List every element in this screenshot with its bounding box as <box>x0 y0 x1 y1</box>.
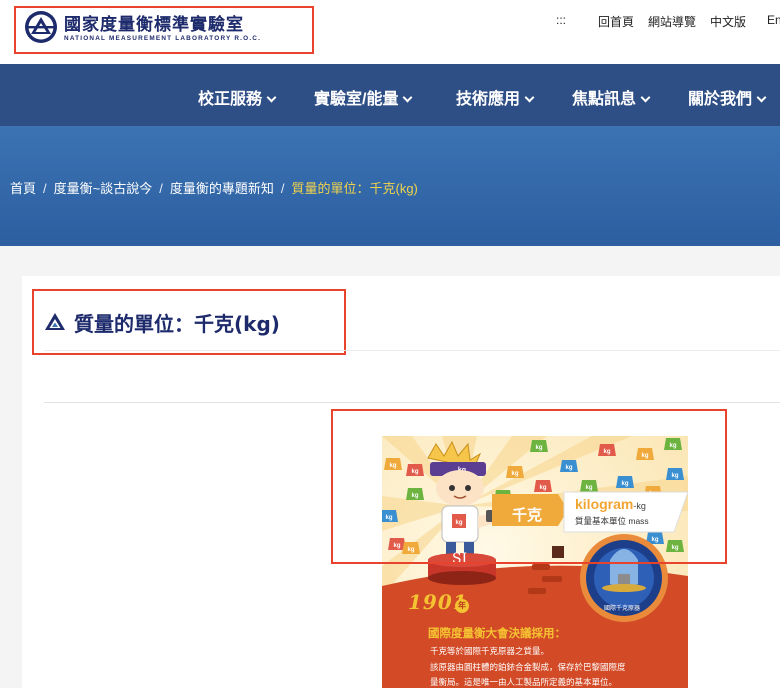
resolution-line: 量衡局。這是唯一由人工製品所定義的基本單位。 <box>430 678 618 688</box>
chevron-down-icon <box>266 92 277 103</box>
breadcrumb: 首頁 / 度量衡~談古說今 / 度量衡的專題新知 / 質量的單位：千克(kg) <box>10 178 418 197</box>
nav-label: 實驗室/能量 <box>314 91 399 108</box>
resolution-title: 國際度量衡大會決議採用： <box>428 626 566 640</box>
logo-highlight-frame <box>14 6 314 54</box>
divider <box>44 350 780 351</box>
infographic-highlight-frame <box>331 409 727 564</box>
nav-calibration-services[interactable]: 校正服務 <box>198 85 277 109</box>
divider <box>44 402 780 403</box>
english-version-link[interactable]: En <box>767 13 780 27</box>
chevron-down-icon <box>403 92 413 103</box>
nav-tech-applications[interactable]: 技術應用 <box>456 85 535 109</box>
chevron-down-icon <box>756 92 767 103</box>
breadcrumb-separator: / <box>43 181 47 196</box>
sitemap-link[interactable]: 網站導覽 <box>648 13 696 30</box>
page-banner: 首頁 / 度量衡~談古說今 / 度量衡的專題新知 / 質量的單位：千克(kg) <box>0 126 780 246</box>
nav-label: 關於我們 <box>688 91 753 108</box>
nav-about-us[interactable]: 關於我們 <box>688 85 767 109</box>
breadcrumb-current: 質量的單位：千克(kg) <box>291 181 418 196</box>
breadcrumb-topics[interactable]: 度量衡的專題新知 <box>170 181 274 196</box>
resolution-line: 千克等於國際千克原器之質量。 <box>430 647 550 657</box>
chevron-down-icon <box>640 92 651 103</box>
nav-label: 技術應用 <box>456 91 521 108</box>
home-link[interactable]: 回首頁 <box>598 13 634 30</box>
main-nav: 校正服務 實驗室/能量 技術應用 焦點訊息 關於我們 <box>0 64 780 126</box>
breadcrumb-history[interactable]: 度量衡~談古說今 <box>54 181 153 196</box>
breadcrumb-separator: / <box>280 181 285 196</box>
chinese-version-link[interactable]: 中文版 <box>710 13 746 30</box>
nav-label: 校正服務 <box>198 91 263 108</box>
accesskey-link[interactable]: ::: <box>556 13 566 27</box>
top-header: 國家度量衡標準實驗室 NATIONAL MEASUREMENT LABORATO… <box>0 0 780 64</box>
title-highlight-frame <box>32 289 346 355</box>
nav-label: 焦點訊息 <box>572 91 637 108</box>
breadcrumb-separator: / <box>159 181 163 196</box>
nav-labs[interactable]: 實驗室/能量 <box>314 85 413 109</box>
year-suffix: 年 <box>455 599 469 613</box>
breadcrumb-home[interactable]: 首頁 <box>10 181 36 196</box>
prototype-label: 國際千克原器 <box>604 605 641 612</box>
chevron-down-icon <box>524 92 535 103</box>
resolution-line: 該原器由圓柱體的鉑銥合金製成，保存於巴黎國際度 <box>430 663 626 673</box>
nav-news[interactable]: 焦點訊息 <box>572 85 651 109</box>
